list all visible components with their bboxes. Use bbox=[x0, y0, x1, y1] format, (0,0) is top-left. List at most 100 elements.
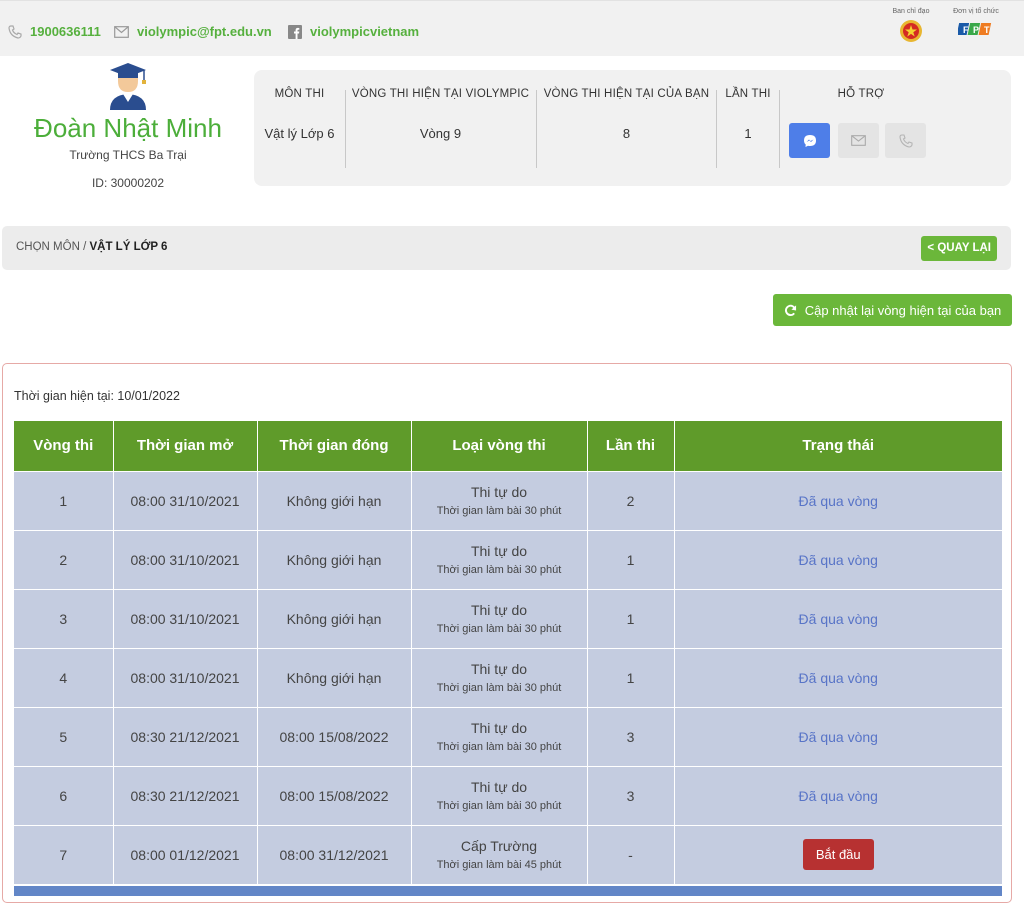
cell-attempts: 2 bbox=[587, 470, 675, 530]
student-school: Trường THCS Ba Trại bbox=[69, 148, 187, 162]
phone-support-button[interactable] bbox=[885, 123, 926, 158]
svg-text:F: F bbox=[963, 25, 969, 35]
cell-open-time: 08:00 31/10/2021 bbox=[113, 470, 258, 530]
phone-icon bbox=[898, 133, 913, 148]
facebook-page: violympicvietnam bbox=[310, 24, 420, 39]
national-emblem-icon bbox=[900, 20, 922, 42]
cell-attempts: 3 bbox=[587, 765, 675, 825]
cell-attempts: - bbox=[587, 824, 675, 884]
subject-value: Vật lý Lớp 6 bbox=[264, 126, 335, 141]
breadcrumb-path: CHỌN MÔN / VẬT LÝ LỚP 6 bbox=[16, 241, 167, 253]
breadcrumb-current: VẬT LÝ LỚP 6 bbox=[89, 241, 168, 253]
table-row: 7 08:00 01/12/2021 08:00 31/12/2021 Cấp … bbox=[14, 824, 1002, 884]
rounds-card: Thời gian hiện tại: 10/01/2022 Vòng thi … bbox=[2, 363, 1012, 903]
fpt-logo-icon: F P T bbox=[958, 23, 992, 35]
cell-status: Đã qua vòng bbox=[674, 529, 1002, 589]
refresh-round-label: Cập nhật lại vòng hiện tại của bạn bbox=[804, 302, 1002, 318]
cell-round: 7 bbox=[14, 824, 114, 884]
round-type: Thi tự do bbox=[470, 720, 528, 736]
your-round-header: VÒNG THI HIỆN TẠI CỦA BẠN bbox=[543, 88, 710, 100]
your-round-column: VÒNG THI HIỆN TẠI CỦA BẠN 8 bbox=[537, 88, 716, 168]
phone-contact[interactable]: 1900636111 bbox=[8, 24, 101, 39]
column-header-round: Vòng thi bbox=[14, 421, 114, 471]
cell-status: Đã qua vòng bbox=[674, 588, 1002, 648]
round-type: Thi tự do bbox=[470, 602, 528, 618]
round-duration: Thời gian làm bài 30 phút bbox=[436, 741, 562, 753]
cell-type: Thi tự do Thời gian làm bài 30 phút bbox=[411, 647, 588, 707]
messenger-button[interactable] bbox=[789, 123, 830, 158]
cell-type: Thi tự do Thời gian làm bài 30 phút bbox=[411, 588, 588, 648]
round-duration: Thời gian làm bài 30 phút bbox=[436, 623, 562, 635]
table-header-row: Vòng thi Thời gian mở Thời gian đóng Loạ… bbox=[14, 421, 1002, 471]
org-organizer-label: Đơn vị tổ chức bbox=[953, 8, 999, 15]
round-duration: Thời gian làm bài 45 phút bbox=[436, 859, 562, 872]
cell-open-time: 08:00 01/12/2021 bbox=[113, 824, 258, 884]
cell-type: Thi tự do Thời gian làm bài 30 phút bbox=[411, 765, 588, 825]
refresh-round-button[interactable]: Cập nhật lại vòng hiện tại của bạn bbox=[773, 294, 1012, 326]
cell-attempts: 1 bbox=[587, 647, 675, 707]
subject-header: MÔN THI bbox=[274, 88, 325, 100]
round-duration: Thời gian làm bài 30 phút bbox=[436, 505, 562, 517]
cell-status: Đã qua vòng bbox=[674, 706, 1002, 766]
status-passed: Đã qua vòng bbox=[798, 610, 878, 627]
current-round-header: VÒNG THI HIỆN TẠI VIOLYMPIC bbox=[351, 88, 530, 100]
phone-icon bbox=[8, 24, 22, 39]
round-type: Thi tự do bbox=[470, 661, 528, 677]
envelope-icon bbox=[114, 25, 129, 38]
exam-info-panel: MÔN THI Vật lý Lớp 6 VÒNG THI HIỆN TẠI V… bbox=[254, 70, 1011, 186]
table-row: 2 08:00 31/10/2021 Không giới hạn Thi tự… bbox=[14, 529, 1002, 589]
cell-type: Thi tự do Thời gian làm bài 30 phút bbox=[411, 470, 588, 530]
breadcrumb-root-link[interactable]: CHỌN MÔN bbox=[16, 241, 80, 253]
status-passed: Đã qua vòng bbox=[798, 551, 878, 568]
cell-round: 3 bbox=[14, 588, 114, 648]
round-type: Thi tự do bbox=[470, 484, 528, 500]
round-type: Cấp Trường bbox=[460, 838, 538, 855]
support-header: HỖ TRỢ bbox=[837, 88, 885, 100]
cell-close-time: Không giới hạn bbox=[257, 647, 412, 707]
cell-open-time: 08:30 21/12/2021 bbox=[113, 706, 258, 766]
back-button[interactable]: < QUAY LẠI bbox=[921, 236, 997, 261]
messenger-icon bbox=[803, 134, 816, 147]
cell-open-time: 08:00 31/10/2021 bbox=[113, 529, 258, 589]
refresh-icon bbox=[784, 304, 796, 316]
cell-round: 5 bbox=[14, 706, 114, 766]
status-passed: Đã qua vòng bbox=[798, 492, 878, 509]
student-name: Đoàn Nhật Minh bbox=[34, 113, 222, 143]
column-header-status: Trạng thái bbox=[674, 421, 1002, 471]
cell-type: Cấp Trường Thời gian làm bài 45 phút bbox=[411, 824, 588, 884]
start-round-button[interactable]: Bắt đầu bbox=[802, 839, 874, 871]
table-row: 4 08:00 31/10/2021 Không giới hạn Thi tự… bbox=[14, 647, 1002, 707]
table-row: 5 08:30 21/12/2021 08:00 15/08/2022 Thi … bbox=[14, 706, 1002, 766]
cell-attempts: 1 bbox=[587, 588, 675, 648]
table-row: 3 08:00 31/10/2021 Không giới hạn Thi tự… bbox=[14, 588, 1002, 648]
cell-type: Thi tự do Thời gian làm bài 30 phút bbox=[411, 529, 588, 589]
cell-close-time: Không giới hạn bbox=[257, 588, 412, 648]
svg-text:P: P bbox=[973, 25, 979, 35]
cell-round: 4 bbox=[14, 647, 114, 707]
breadcrumb: CHỌN MÔN / VẬT LÝ LỚP 6 < QUAY LẠI bbox=[2, 226, 1011, 270]
current-round-column: VÒNG THI HIỆN TẠI VIOLYMPIC Vòng 9 bbox=[346, 88, 535, 168]
facebook-contact[interactable]: violympicvietnam bbox=[288, 24, 419, 39]
column-header-open-time: Thời gian mở bbox=[113, 421, 258, 471]
envelope-icon bbox=[851, 135, 866, 146]
cell-open-time: 08:00 31/10/2021 bbox=[113, 588, 258, 648]
cell-attempts: 3 bbox=[587, 706, 675, 766]
cell-close-time: 08:00 15/08/2022 bbox=[257, 706, 412, 766]
cell-status: Đã qua vòng bbox=[674, 470, 1002, 530]
org-organizer: Đơn vị tổ chức F P T bbox=[946, 8, 1006, 39]
svg-text:T: T bbox=[984, 25, 990, 35]
next-row-strip bbox=[14, 886, 1002, 896]
email-support-button[interactable] bbox=[838, 123, 879, 158]
cell-round: 2 bbox=[14, 529, 114, 589]
email-contact[interactable]: violympic@fpt.edu.vn bbox=[114, 24, 272, 39]
table-row: 1 08:00 31/10/2021 Không giới hạn Thi tự… bbox=[14, 470, 1002, 530]
round-type: Thi tự do bbox=[470, 779, 528, 795]
cell-close-time: 08:00 15/08/2022 bbox=[257, 765, 412, 825]
round-type: Thi tự do bbox=[470, 543, 528, 559]
cell-status: Đã qua vòng bbox=[674, 765, 1002, 825]
cell-round: 6 bbox=[14, 765, 114, 825]
cell-open-time: 08:00 31/10/2021 bbox=[113, 647, 258, 707]
column-header-close-time: Thời gian đóng bbox=[257, 421, 412, 471]
attempts-column: LẦN THI 1 bbox=[717, 88, 779, 168]
table-row: 6 08:30 21/12/2021 08:00 15/08/2022 Thi … bbox=[14, 765, 1002, 825]
